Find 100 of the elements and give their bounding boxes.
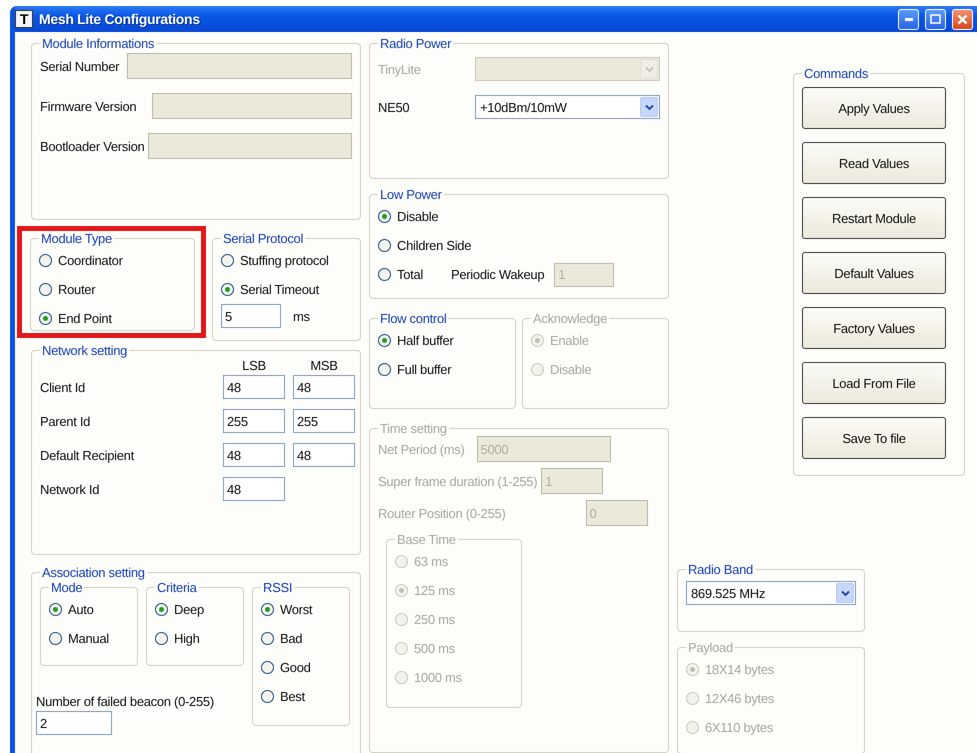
chevron-icon (840, 590, 850, 596)
radio-label: Worst (280, 602, 312, 617)
close-icon (957, 14, 968, 24)
radio-label: Good (280, 660, 311, 675)
field-label: Number of failed beacon (0-255) (36, 694, 214, 709)
group-title: Mode (50, 580, 84, 595)
radio-button[interactable] (39, 254, 52, 267)
window-title: Mesh Lite Configurations (39, 11, 201, 27)
radio-label: Half buffer (397, 333, 454, 348)
group-title: Radio Band (687, 562, 754, 577)
radio-label: Disable (550, 362, 592, 377)
chevron-icon (644, 66, 654, 72)
group-title: Serial Protocol (222, 231, 304, 246)
group-title: Payload (687, 640, 734, 655)
minimize-icon (904, 18, 912, 20)
field-label: Parent Id (40, 414, 92, 428)
radio-label: 6X110 bytes (705, 720, 774, 735)
close-button[interactable] (952, 8, 973, 30)
field-label: Client Id (40, 380, 86, 394)
radio-label: Disable (397, 209, 438, 224)
unit-label: ms (293, 308, 310, 324)
radio-button[interactable] (39, 283, 52, 296)
dropdown-button[interactable] (836, 583, 854, 603)
dropdown[interactable]: 869.525 MHz (686, 581, 856, 605)
text-field[interactable]: 255 (293, 409, 355, 433)
field-label: Periodic Wakeup (450, 267, 544, 282)
radio-button[interactable] (378, 334, 391, 347)
radio-label: Total (397, 267, 423, 282)
group-title: Association setting (41, 565, 146, 580)
radio-button[interactable] (378, 363, 391, 376)
radio-label: Coordinator (58, 253, 123, 268)
command-button[interactable]: Save To file (802, 417, 946, 459)
radio-label: Bad (280, 631, 302, 646)
radio-button[interactable] (261, 603, 274, 616)
group-title: Base Time (396, 532, 457, 547)
radio-button[interactable] (378, 239, 391, 252)
dropdown[interactable]: +10dBm/10mW (475, 95, 660, 119)
radio-button[interactable] (261, 661, 274, 674)
dropdown-button[interactable] (640, 97, 658, 117)
radio-button[interactable] (221, 254, 234, 267)
text-field[interactable]: 48 (293, 443, 355, 467)
group-title: Radio Power (379, 36, 452, 51)
radio-button[interactable] (261, 690, 274, 703)
command-button[interactable]: Factory Values (802, 307, 946, 349)
radio-button[interactable] (378, 210, 391, 223)
text-field[interactable]: 48 (223, 477, 285, 501)
field-label: Bootloader Version (40, 138, 144, 154)
field-label: TinyLite (378, 62, 422, 76)
radio-button[interactable] (261, 632, 274, 645)
radio-label: End Point (58, 311, 112, 326)
text-field[interactable]: 48 (293, 375, 355, 399)
command-button[interactable]: Restart Module (802, 197, 946, 239)
group-title: RSSI (262, 580, 294, 595)
field-label: Router Position (0-255) (378, 506, 506, 520)
command-button[interactable]: Load From File (802, 362, 946, 404)
group-title: Module Informations (41, 36, 156, 51)
radio-label: 18X14 bytes (705, 662, 774, 677)
column-header: MSB (309, 358, 339, 373)
command-button[interactable]: Read Values (802, 142, 946, 184)
maximize-button[interactable] (925, 8, 946, 30)
group-title: Commands (803, 66, 870, 81)
radio-button[interactable] (49, 632, 62, 645)
command-button[interactable]: Default Values (802, 252, 946, 294)
group-title: Module Type (40, 231, 113, 246)
radio-label: 500 ms (414, 641, 455, 656)
text-field[interactable]: 255 (223, 409, 285, 433)
group-title: Criteria (156, 580, 198, 595)
field-label: Serial Number (40, 58, 120, 74)
radio-label: 12X46 bytes (705, 691, 774, 706)
text-field[interactable]: 2 (36, 711, 112, 735)
dropdown-value: +10dBm/10mW (479, 100, 568, 114)
command-button[interactable]: Apply Values (802, 87, 946, 129)
minimize-button[interactable] (898, 8, 919, 30)
group-title: Time setting (379, 421, 448, 436)
radio-button[interactable] (221, 283, 234, 296)
text-field[interactable]: 48 (223, 375, 285, 399)
field-label: Firmware Version (40, 98, 136, 114)
field-label: Network Id (40, 482, 100, 496)
field-label: Net Period (ms) (378, 442, 465, 456)
group-title: Acknowledge (532, 311, 608, 326)
radio-label: 250 ms (414, 612, 455, 627)
radio-button[interactable] (49, 603, 62, 616)
text-field[interactable]: 48 (223, 443, 285, 467)
dropdown-value: 869.525 MHz (690, 586, 766, 600)
radio-button[interactable] (39, 312, 52, 325)
chevron-icon (644, 104, 654, 110)
radio-label: 125 ms (414, 583, 455, 598)
radio-button[interactable] (155, 632, 168, 645)
radio-label: Stuffing protocol (240, 253, 329, 268)
group-title: Network setting (41, 343, 128, 358)
radio-button[interactable] (155, 603, 168, 616)
radio-button[interactable] (378, 268, 391, 281)
radio-label: Enable (550, 333, 589, 348)
radio-label: Router (58, 282, 96, 297)
radio-label: 63 ms (414, 554, 448, 569)
text-field[interactable]: 5 (221, 304, 281, 328)
radio-label: Children Side (397, 238, 472, 253)
radio-label: Manual (68, 631, 109, 646)
radio-label: Serial Timeout (240, 282, 319, 297)
radio-label: 1000 ms (414, 670, 462, 685)
